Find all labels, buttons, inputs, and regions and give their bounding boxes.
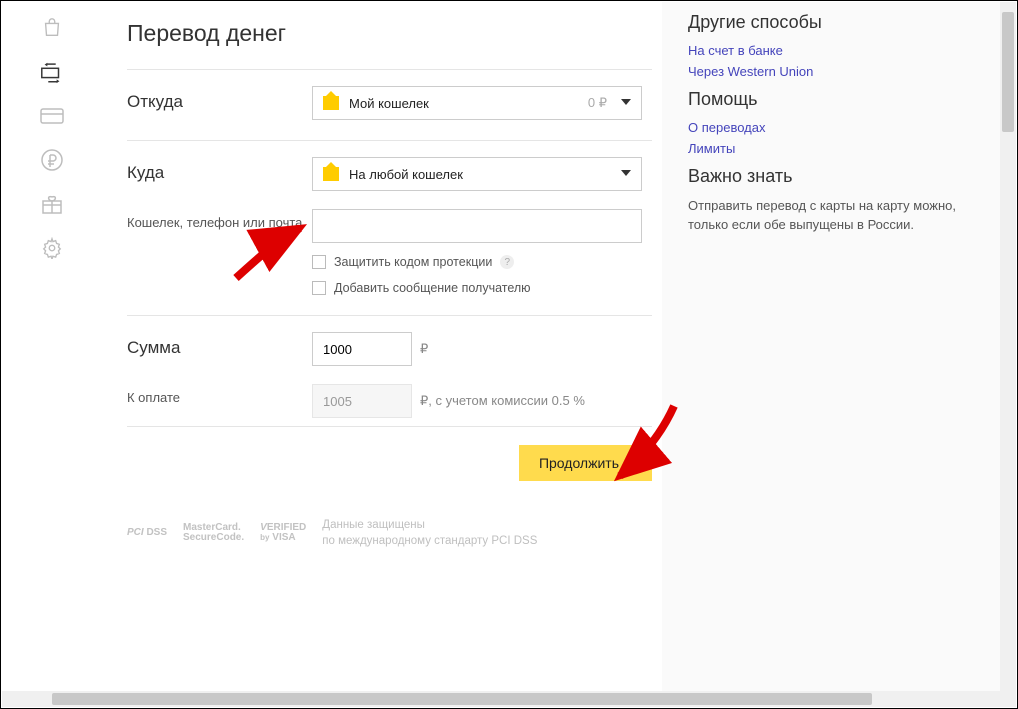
transfer-form: Перевод денег Откуда Мой кошелек 0 ₽ [102,2,662,691]
continue-label: Продолжить [539,455,619,471]
gear-icon [41,237,63,259]
amount-heading: Сумма [127,332,312,358]
recipient-label: Кошелек, телефон или почта [127,209,312,232]
link-about-transfers[interactable]: О переводах [688,120,972,135]
protect-checkbox[interactable] [312,255,326,269]
important-note: Отправить перевод с карты на карту можно… [688,197,972,235]
add-message-label: Добавить сообщение получателю [334,281,531,295]
from-wallet-balance: 0 ₽ [588,95,607,111]
card-icon [40,107,64,125]
nav-ruble[interactable] [2,138,102,182]
chevron-right-icon [629,459,634,467]
page-title: Перевод денег [127,20,652,47]
horizontal-scrollbar[interactable] [2,691,1016,707]
currency-symbol: ₽ [420,341,428,357]
to-wallet-label: На любой кошелек [349,167,463,182]
important-heading: Важно знать [688,166,972,187]
nav-settings[interactable] [2,226,102,270]
from-wallet-select[interactable]: Мой кошелек 0 ₽ [312,86,642,120]
nav-gift[interactable] [2,182,102,226]
add-message-checkbox[interactable] [312,281,326,295]
other-methods-heading: Другие способы [688,12,972,33]
recipient-input[interactable] [312,209,642,243]
from-wallet-label: Мой кошелек [349,96,429,111]
ruble-circle-icon [40,148,64,172]
amount-input[interactable] [312,332,412,366]
security-badges: PCI DSS MasterCard.SecureCode. VERIFIEDb… [127,495,652,557]
aside-panel: Другие способы На счет в банке Через Wes… [682,2,1000,255]
to-heading: Куда [127,157,312,183]
nav-card[interactable] [2,94,102,138]
verified-by-visa-badge: VERIFIEDby VISA [260,523,306,544]
continue-button[interactable]: Продолжить [519,445,652,481]
nav-shop[interactable] [2,6,102,50]
mastercard-securecode-badge: MasterCard.SecureCode. [183,523,244,544]
wallet-icon [323,96,339,110]
action-bar: Продолжить [127,426,652,495]
sidebar [2,2,102,691]
chevron-down-icon [621,170,631,176]
link-bank-account[interactable]: На счет в банке [688,43,972,58]
shopping-bag-icon [41,17,63,39]
help-heading: Помощь [688,89,972,110]
link-western-union[interactable]: Через Western Union [688,64,972,79]
pci-dss-badge: PCI DSS [127,528,167,539]
section-to: Куда На любой кошелек Кошелек, телефон и… [127,140,652,315]
link-limits[interactable]: Лимиты [688,141,972,156]
protect-label: Защитить кодом протекции [334,255,492,269]
section-amount: Сумма ₽ К оплате ₽, с учетом комиссии 0.… [127,315,652,426]
section-from: Откуда Мой кошелек 0 ₽ [127,69,652,140]
transfer-icon [39,60,65,84]
to-wallet-select[interactable]: На любой кошелек [312,157,642,191]
help-icon[interactable]: ? [500,255,514,269]
fee-text: ₽, с учетом комиссии 0.5 % [420,393,585,409]
wallet-icon [323,167,339,181]
chevron-down-icon [621,99,631,105]
vertical-scrollbar[interactable] [1000,2,1016,691]
to-pay-label: К оплате [127,384,312,407]
from-heading: Откуда [127,86,312,112]
security-text: Данные защищены по международному станда… [322,517,537,549]
nav-transfer[interactable] [2,50,102,94]
to-pay-value [312,384,412,418]
gift-icon [40,192,64,216]
